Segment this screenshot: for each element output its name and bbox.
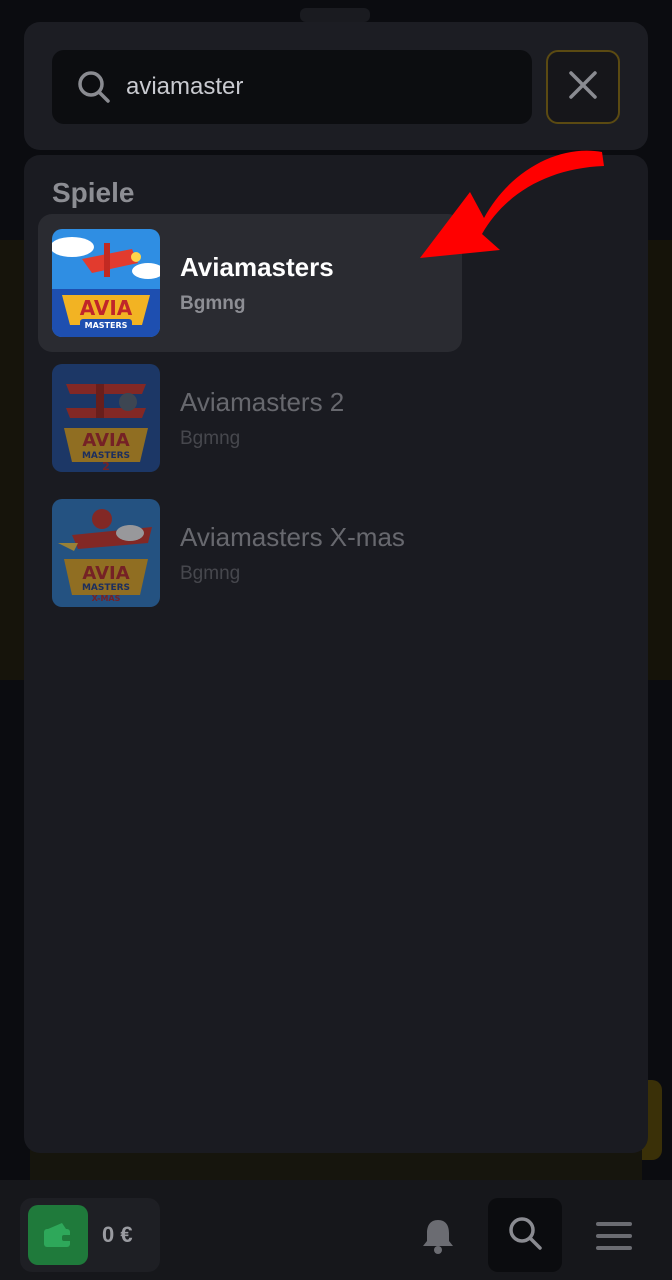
- backdrop-stripe-left: [0, 240, 24, 680]
- game-result-item[interactable]: AVIA MASTERS X-MAS Aviamasters X-mas Bgm…: [38, 484, 462, 622]
- game-provider: Bgmng: [180, 562, 241, 584]
- svg-text:X-MAS: X-MAS: [92, 594, 121, 603]
- search-results-panel: Spiele AVIA MASTERS Aviamasters Bgmng AV…: [24, 155, 648, 1153]
- game-thumbnail: AVIA MASTERS: [52, 229, 160, 337]
- menu-button[interactable]: [594, 1216, 634, 1256]
- balance-amount: 0 €: [102, 1222, 133, 1247]
- game-title: Aviamasters X-mas: [180, 521, 405, 552]
- search-input[interactable]: [126, 73, 486, 101]
- game-thumbnail: AVIA MASTERS 2: [52, 364, 160, 472]
- game-thumbnail: AVIA MASTERS X-MAS: [52, 499, 160, 607]
- search-box[interactable]: [52, 50, 532, 124]
- section-title-games: Spiele: [52, 177, 135, 208]
- bell-icon: [418, 1220, 458, 1260]
- menu-icon-line: [596, 1222, 632, 1226]
- svg-text:AVIA: AVIA: [80, 296, 133, 320]
- search-icon: [507, 1215, 543, 1256]
- game-provider: Bgmng: [180, 292, 246, 314]
- wallet-icon: [28, 1205, 88, 1265]
- search-panel: [24, 22, 648, 150]
- game-result-item[interactable]: AVIA MASTERS 2 Aviamasters 2 Bgmng: [38, 349, 462, 487]
- game-result-item[interactable]: AVIA MASTERS Aviamasters Bgmng: [38, 214, 462, 352]
- notifications-button[interactable]: [418, 1216, 458, 1256]
- close-icon: [568, 70, 598, 105]
- game-provider: Bgmng: [180, 427, 241, 449]
- bottom-nav-bar: 0 €: [0, 1180, 672, 1280]
- svg-text:AVIA: AVIA: [82, 563, 129, 584]
- svg-text:MASTERS: MASTERS: [85, 321, 128, 330]
- wallet-button[interactable]: 0 €: [20, 1198, 160, 1272]
- svg-text:2: 2: [102, 460, 110, 472]
- search-icon: [76, 69, 112, 105]
- svg-text:AVIA: AVIA: [82, 430, 129, 451]
- close-search-button[interactable]: [546, 50, 620, 124]
- game-title: Aviamasters: [180, 251, 334, 282]
- game-title: Aviamasters 2: [180, 386, 345, 417]
- site-logo: [300, 8, 370, 22]
- search-tab-button[interactable]: [488, 1198, 562, 1272]
- menu-icon-line: [596, 1246, 632, 1250]
- svg-text:MASTERS: MASTERS: [82, 583, 130, 593]
- red-arrow-annotation: [420, 150, 604, 258]
- menu-icon-line: [596, 1234, 632, 1238]
